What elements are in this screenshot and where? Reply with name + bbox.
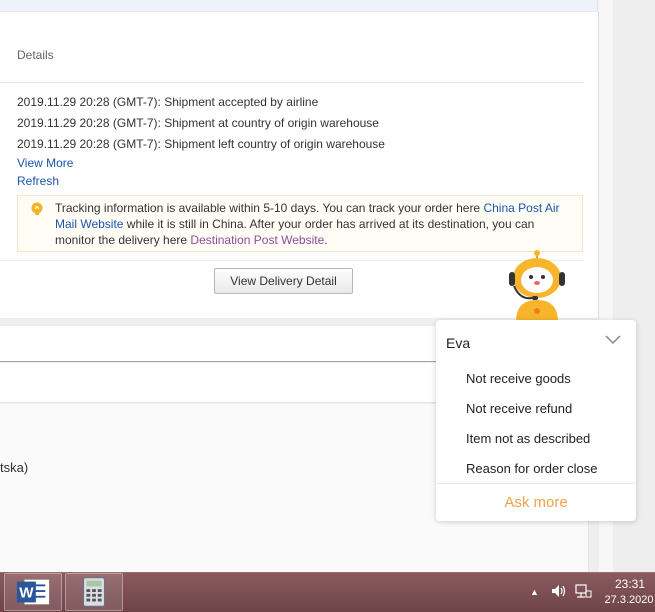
clock-time[interactable]: 23:31 xyxy=(607,577,653,591)
word-icon: W xyxy=(16,579,50,605)
view-delivery-detail-button[interactable]: View Delivery Detail xyxy=(214,268,353,294)
chevron-down-icon[interactable] xyxy=(604,334,622,346)
notice-text-3: . xyxy=(324,233,328,247)
taskbar: W ▲ 23:31 27.3.2020 xyxy=(0,572,655,612)
svg-text:W: W xyxy=(19,585,34,602)
clock-date[interactable]: 27.3.2020 xyxy=(603,594,655,606)
taskbar-word-button[interactable]: W xyxy=(4,573,62,611)
calculator-icon xyxy=(83,577,105,607)
assistant-mascot-icon[interactable] xyxy=(502,250,572,322)
tracking-event: 2019.11.29 20:28 (GMT-7): Shipment at co… xyxy=(17,116,379,130)
destination-post-link[interactable]: Destination Post Website xyxy=(190,233,324,247)
tracking-notice: Tracking information is available within… xyxy=(17,195,583,252)
chat-assistant-popup: Eva Not receive goods Not receive refund… xyxy=(436,320,636,521)
details-label: Details xyxy=(17,48,54,62)
ask-more-button[interactable]: Ask more xyxy=(436,494,636,511)
view-more-link[interactable]: View More xyxy=(17,156,73,170)
lightbulb-icon xyxy=(31,202,43,215)
divider xyxy=(436,483,636,484)
chat-option[interactable]: Reason for order close xyxy=(466,461,598,476)
notice-text: Tracking information is available within… xyxy=(55,200,577,248)
tracking-event: 2019.11.29 20:28 (GMT-7): Shipment accep… xyxy=(17,95,319,109)
show-hidden-icons-icon[interactable]: ▲ xyxy=(530,587,539,597)
top-strip xyxy=(0,0,598,12)
refresh-link[interactable]: Refresh xyxy=(17,174,59,188)
tracking-event: 2019.11.29 20:28 (GMT-7): Shipment left … xyxy=(17,137,385,151)
chat-option[interactable]: Item not as described xyxy=(466,431,590,446)
chat-option[interactable]: Not receive goods xyxy=(466,371,571,386)
network-icon[interactable] xyxy=(574,583,592,599)
speaker-icon[interactable] xyxy=(550,583,568,599)
notice-text-1: Tracking information is available within… xyxy=(55,201,484,215)
chat-option[interactable]: Not receive refund xyxy=(466,401,572,416)
partial-address-text: tska) xyxy=(0,460,29,475)
divider xyxy=(0,82,584,83)
chat-agent-name: Eva xyxy=(446,335,471,351)
taskbar-calculator-button[interactable] xyxy=(65,573,123,611)
divider xyxy=(0,260,584,261)
